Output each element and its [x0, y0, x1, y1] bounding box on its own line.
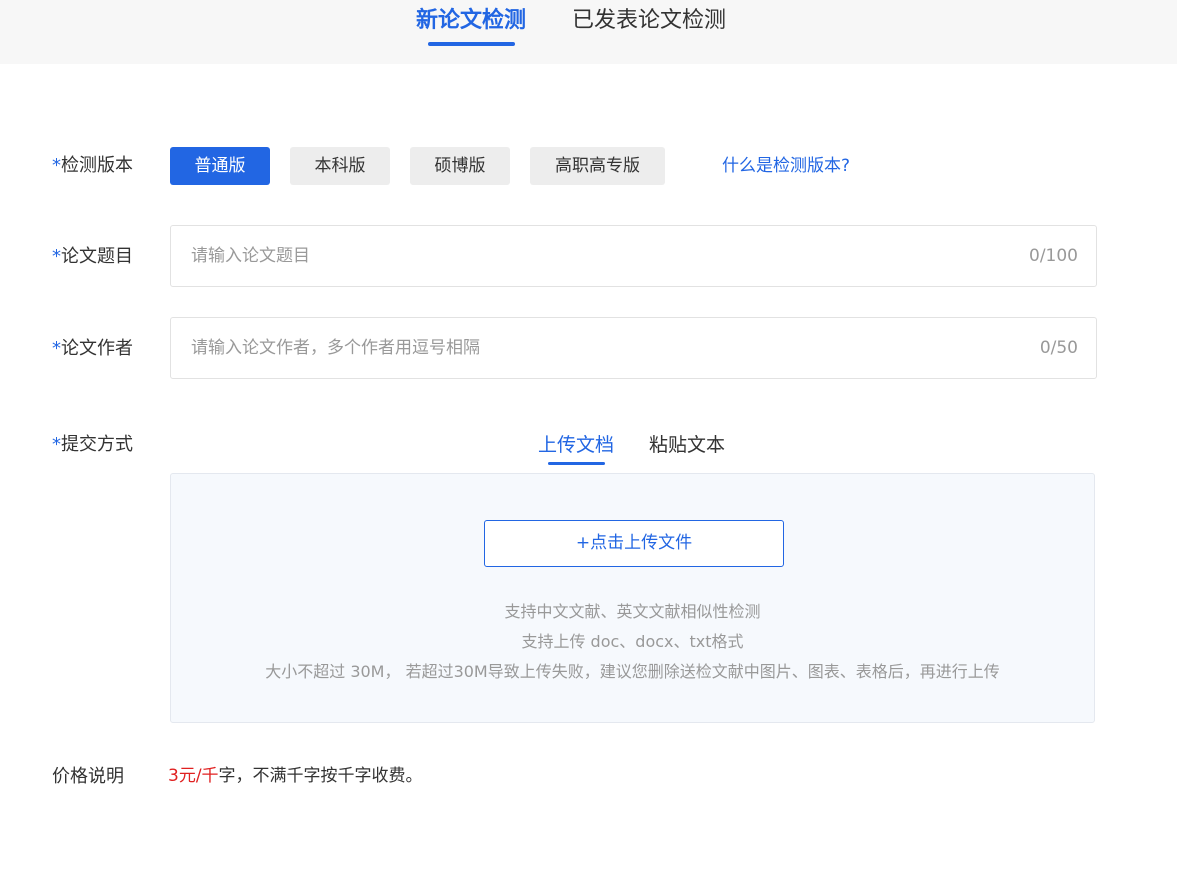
version-label-text: 检测版本: [61, 155, 133, 176]
author-label-text: 论文作者: [61, 338, 133, 359]
required-mark: *: [52, 338, 61, 359]
title-input[interactable]: [191, 226, 971, 286]
upload-hint-size: 大小不超过 30M， 若超过30M导致上传失败，建议您删除送检文献中图片、图表、…: [265, 662, 1000, 681]
tab-new-paper-check[interactable]: 新论文检测: [416, 6, 526, 36]
tab-paste-text[interactable]: 粘贴文本: [649, 431, 725, 459]
author-input[interactable]: [191, 318, 971, 378]
required-mark: *: [52, 246, 61, 267]
version-help-link[interactable]: 什么是检测版本?: [722, 153, 850, 179]
upload-file-button[interactable]: +点击上传文件: [484, 520, 784, 567]
title-input-wrapper: 0/100: [170, 225, 1097, 287]
title-label: *论文题目: [52, 244, 133, 270]
required-mark: *: [52, 434, 61, 455]
tab-published-paper-check[interactable]: 已发表论文检测: [572, 6, 726, 36]
version-option-vocational[interactable]: 高职高专版: [530, 147, 665, 185]
version-option-standard[interactable]: 普通版: [170, 147, 270, 185]
version-option-master-doctor[interactable]: 硕博版: [410, 147, 510, 185]
author-char-counter: 0/50: [1039, 338, 1078, 358]
submit-method-label-text: 提交方式: [61, 434, 133, 455]
title-char-counter: 0/100: [1029, 246, 1078, 266]
tab-upload-document[interactable]: 上传文档: [538, 431, 614, 459]
submit-tab-indicator: [548, 462, 605, 465]
upload-hint-language: 支持中文文献、英文文献相似性检测: [504, 602, 761, 621]
price-rule-text: 字，不满千字按千字收费。: [218, 766, 423, 786]
active-tab-indicator: [428, 42, 515, 46]
price-highlight: 3元/千: [168, 766, 219, 786]
author-label: *论文作者: [52, 336, 133, 362]
upload-hint-formats: 支持上传 doc、docx、txt格式: [521, 632, 744, 651]
price-description: 3元/千字，不满千字按千字收费。: [168, 763, 423, 789]
required-mark: *: [52, 155, 61, 176]
price-label: 价格说明: [52, 766, 124, 787]
upload-dropzone[interactable]: [170, 473, 1095, 723]
version-option-undergraduate[interactable]: 本科版: [290, 147, 390, 185]
top-tab-bar: 新论文检测 已发表论文检测: [0, 0, 1177, 64]
submit-method-label: *提交方式: [52, 432, 133, 458]
author-input-wrapper: 0/50: [170, 317, 1097, 379]
version-label: *检测版本: [52, 153, 133, 179]
title-label-text: 论文题目: [61, 246, 133, 267]
